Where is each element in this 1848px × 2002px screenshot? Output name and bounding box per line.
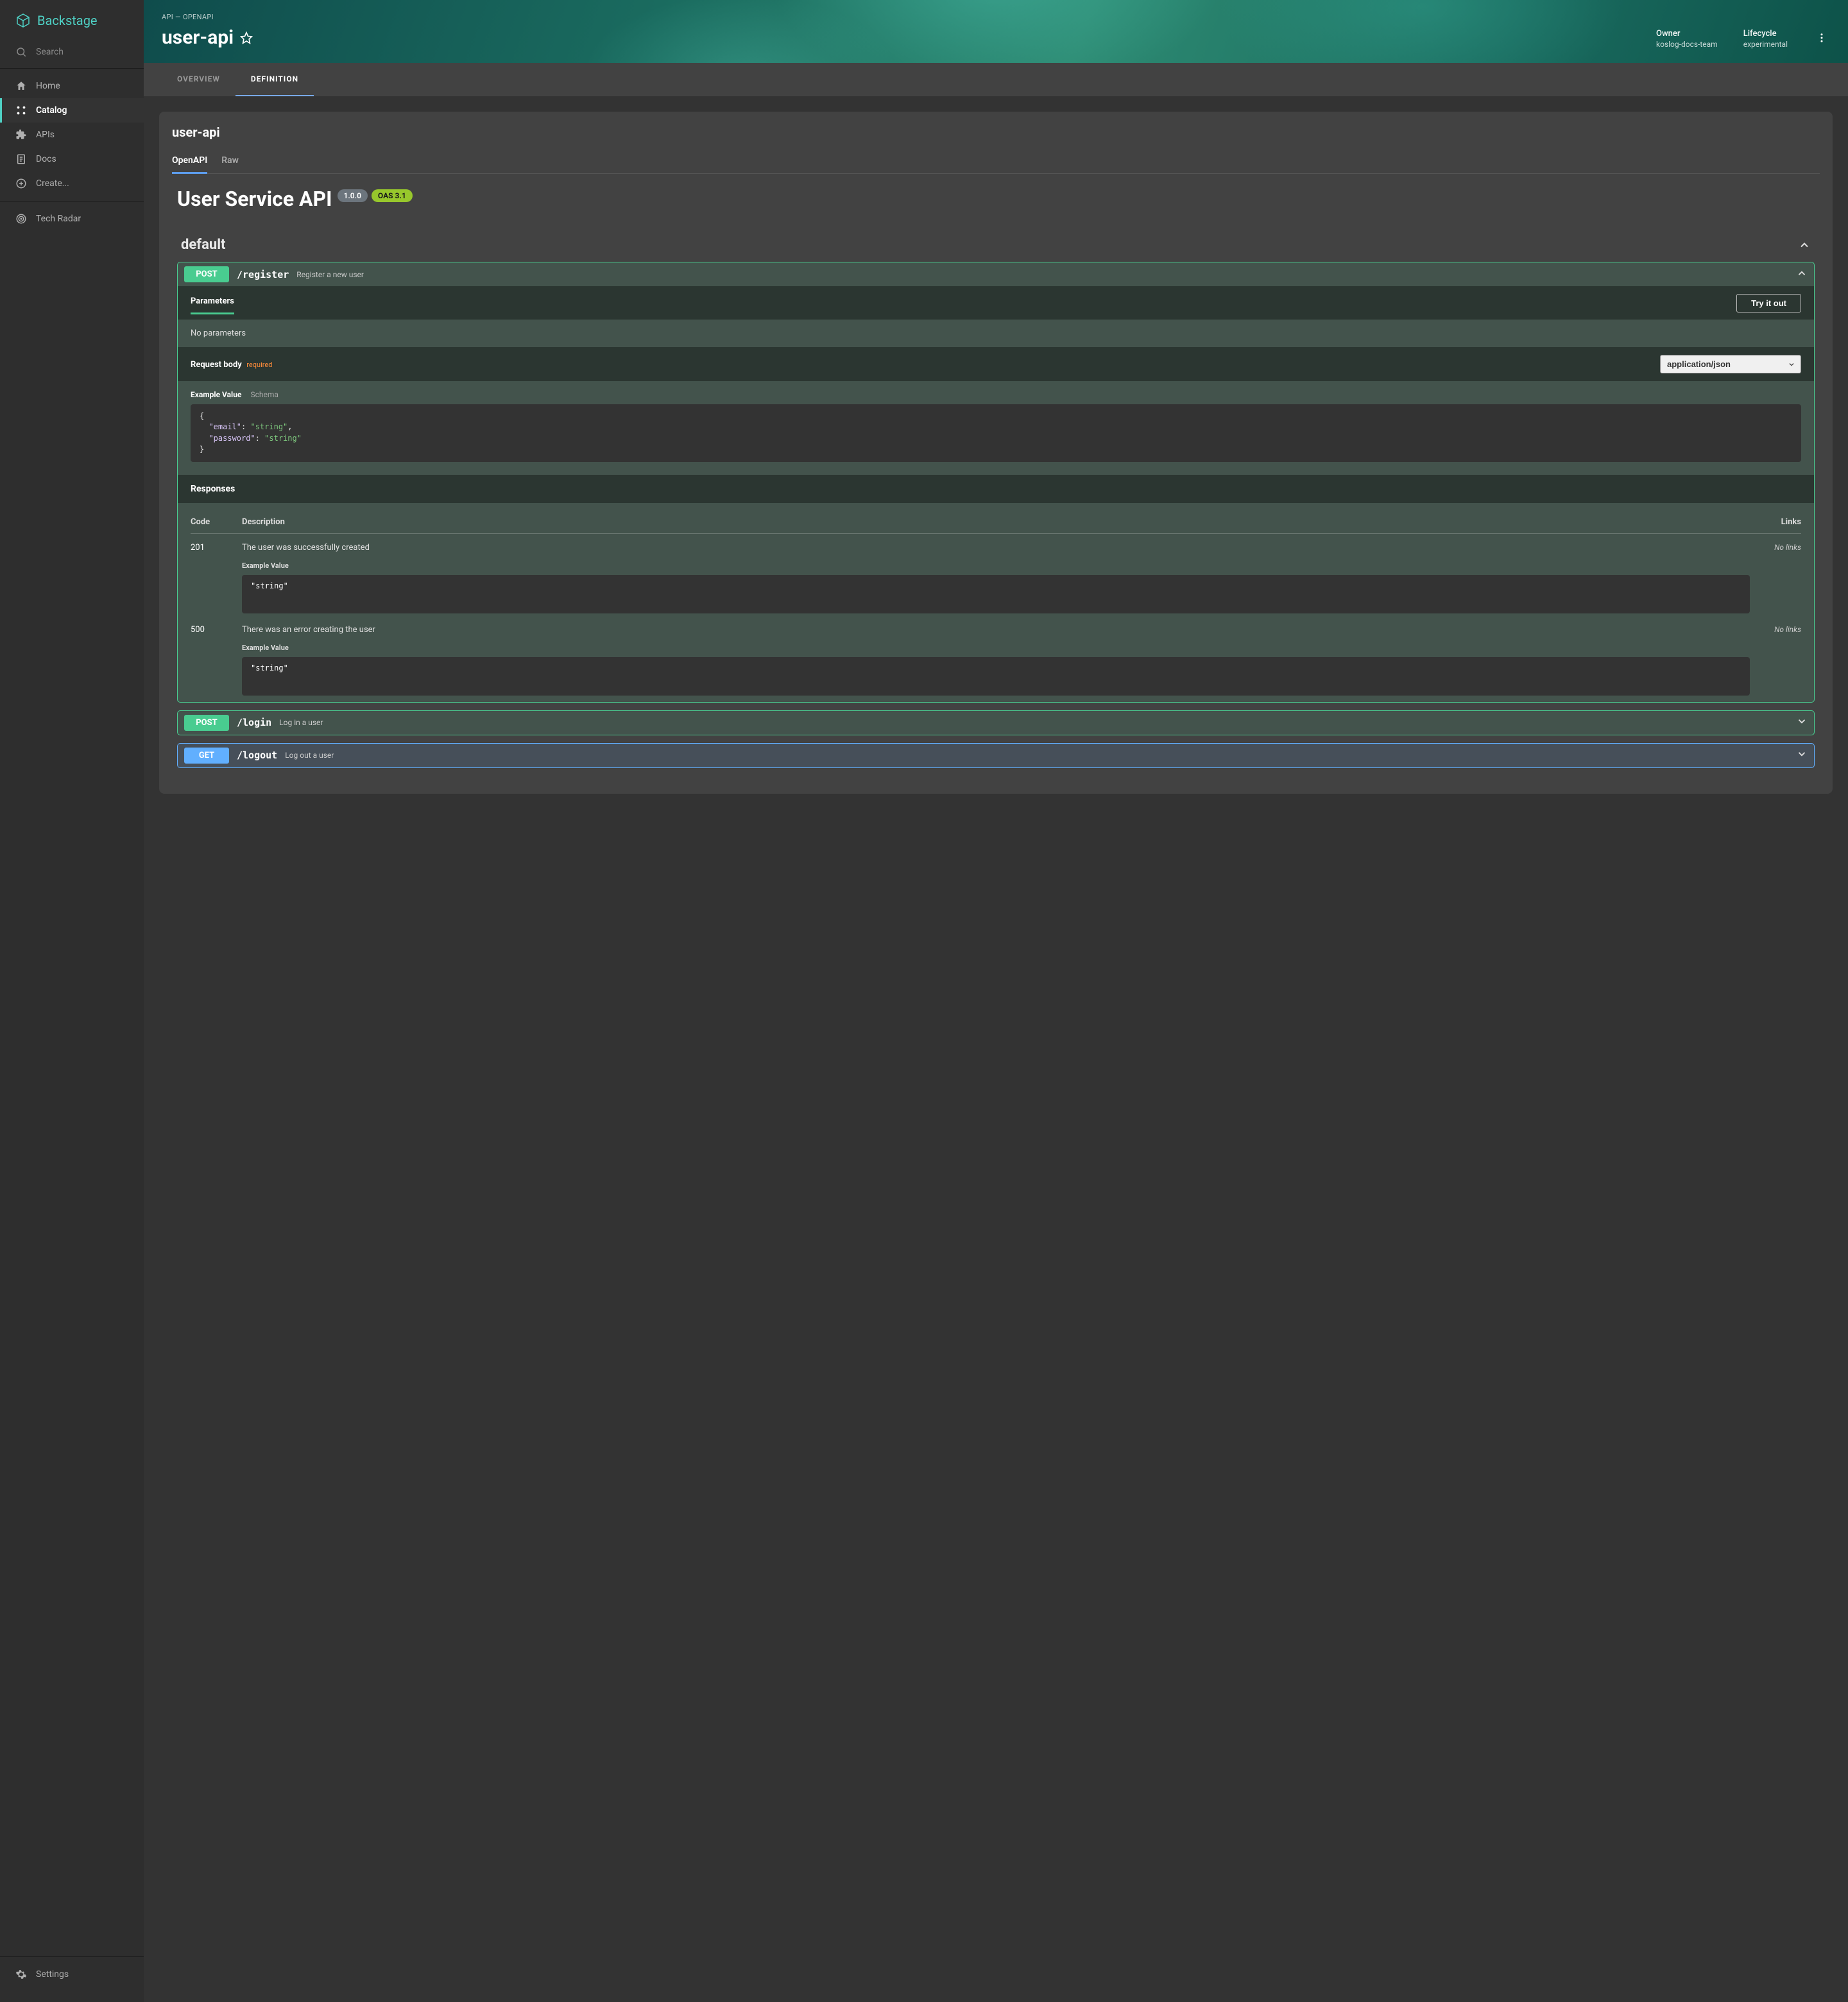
sidebar-item-apis[interactable]: APIs: [0, 123, 144, 147]
section-toggle[interactable]: default: [177, 230, 1815, 262]
response-code: 500: [191, 625, 242, 696]
more-menu-button[interactable]: [1813, 30, 1830, 49]
response-row: 201 The user was successfully created Ex…: [191, 534, 1801, 616]
sidebar-item-techradar[interactable]: Tech Radar: [0, 207, 144, 231]
response-example: "string": [242, 575, 1750, 613]
method-badge: POST: [184, 715, 229, 731]
operation-summary: Register a new user: [296, 270, 364, 279]
card-title: user-api: [172, 124, 1820, 140]
method-badge: GET: [184, 748, 229, 764]
col-description: Description: [242, 517, 1750, 527]
home-icon: [15, 80, 27, 92]
sidebar: Backstage Search Home Catalog APIs Docs: [0, 0, 144, 2002]
docs-icon: [15, 153, 27, 165]
col-code: Code: [191, 517, 242, 527]
method-badge: POST: [184, 266, 229, 282]
responses-label: Responses: [178, 475, 1814, 503]
sidebar-item-docs[interactable]: Docs: [0, 147, 144, 171]
operation-toggle[interactable]: POST /login Log in a user: [178, 711, 1814, 735]
api-title: User Service API: [177, 187, 332, 211]
sidebar-item-create[interactable]: Create...: [0, 171, 144, 196]
operation-summary: Log in a user: [279, 718, 323, 727]
catalog-icon: [15, 105, 27, 116]
dots-vertical-icon: [1816, 32, 1827, 44]
operation-path: /logout: [237, 749, 277, 761]
operation-path: /register: [237, 269, 289, 280]
owner-label: Owner: [1656, 29, 1718, 38]
no-parameters: No parameters: [178, 320, 1814, 347]
required-badge: required: [246, 361, 272, 369]
parameters-label: Parameters: [191, 291, 234, 314]
star-icon[interactable]: [240, 31, 253, 44]
sidebar-label: Catalog: [36, 105, 67, 116]
response-links: No links: [1750, 625, 1801, 696]
chevron-down-icon: [1796, 715, 1808, 727]
request-body-example: { "email": "string", "password": "string…: [191, 404, 1801, 462]
search-label: Search: [36, 47, 64, 57]
response-description: The user was successfully created: [242, 543, 1750, 552]
lifecycle-label: Lifecycle: [1743, 29, 1788, 38]
response-row: 500 There was an error creating the user…: [191, 616, 1801, 698]
response-example: "string": [242, 657, 1750, 696]
page-header: API — OPENAPI user-api Owner koslog-docs…: [144, 0, 1848, 63]
sidebar-nav: Home Catalog APIs Docs Create...: [0, 69, 144, 201]
operation-logout: GET /logout Log out a user: [177, 743, 1815, 768]
try-it-out-button[interactable]: Try it out: [1736, 294, 1801, 312]
section-name: default: [181, 237, 226, 253]
col-links: Links: [1750, 517, 1801, 527]
chevron-up-icon: [1798, 239, 1811, 252]
brand-logo[interactable]: Backstage: [0, 0, 144, 38]
gear-icon: [15, 1969, 27, 1980]
search-button[interactable]: Search: [0, 38, 144, 68]
radar-icon: [15, 213, 27, 225]
example-value-tab[interactable]: Example Value: [191, 390, 241, 399]
page-title: user-api: [162, 26, 234, 49]
sidebar-label: Settings: [36, 1969, 69, 1980]
sidebar-item-catalog[interactable]: Catalog: [0, 98, 144, 123]
response-links: No links: [1750, 543, 1801, 613]
search-icon: [15, 46, 27, 58]
sidebar-label: Docs: [36, 154, 56, 164]
operation-login: POST /login Log in a user: [177, 710, 1815, 735]
operation-toggle[interactable]: POST /register Register a new user: [178, 262, 1814, 286]
content-type-select[interactable]: application/json: [1660, 355, 1801, 373]
response-code: 201: [191, 543, 242, 613]
definition-card: user-api OpenAPI Raw User Service API 1.…: [159, 112, 1833, 794]
tab-overview[interactable]: OVERVIEW: [162, 63, 235, 96]
operation-summary: Log out a user: [285, 751, 334, 760]
request-body-label: Request body: [191, 360, 242, 370]
backstage-icon: [15, 13, 31, 28]
version-badge: 1.0.0: [338, 189, 368, 202]
sidebar-item-home[interactable]: Home: [0, 74, 144, 98]
operation-toggle[interactable]: GET /logout Log out a user: [178, 744, 1814, 767]
card-tab-openapi[interactable]: OpenAPI: [172, 151, 207, 174]
schema-tab[interactable]: Schema: [250, 390, 278, 399]
chevron-down-icon: [1796, 748, 1808, 760]
owner-block: Owner koslog-docs-team: [1656, 29, 1718, 49]
owner-value[interactable]: koslog-docs-team: [1656, 40, 1718, 49]
sidebar-label: Home: [36, 81, 60, 91]
operation-register: POST /register Register a new user Param…: [177, 262, 1815, 703]
lifecycle-block: Lifecycle experimental: [1743, 29, 1788, 49]
sidebar-item-settings[interactable]: Settings: [0, 1962, 144, 1987]
plus-circle-icon: [15, 178, 27, 189]
example-value-label: Example Value: [242, 561, 1750, 570]
tab-definition[interactable]: DEFINITION: [235, 63, 314, 96]
card-tab-raw[interactable]: Raw: [221, 151, 239, 174]
operation-path: /login: [237, 717, 271, 728]
sidebar-label: Tech Radar: [36, 214, 81, 224]
breadcrumb: API — OPENAPI: [162, 13, 253, 21]
lifecycle-value: experimental: [1743, 40, 1788, 49]
extension-icon: [15, 129, 27, 141]
sidebar-label: APIs: [36, 130, 55, 140]
sidebar-nav-secondary: Tech Radar: [0, 201, 144, 236]
chevron-up-icon: [1796, 268, 1808, 279]
sidebar-label: Create...: [36, 178, 69, 189]
oas-badge: OAS 3.1: [372, 189, 413, 202]
page-tabs: OVERVIEW DEFINITION: [144, 63, 1848, 96]
example-value-label: Example Value: [242, 644, 1750, 652]
brand-name: Backstage: [37, 13, 98, 28]
response-description: There was an error creating the user: [242, 625, 1750, 635]
